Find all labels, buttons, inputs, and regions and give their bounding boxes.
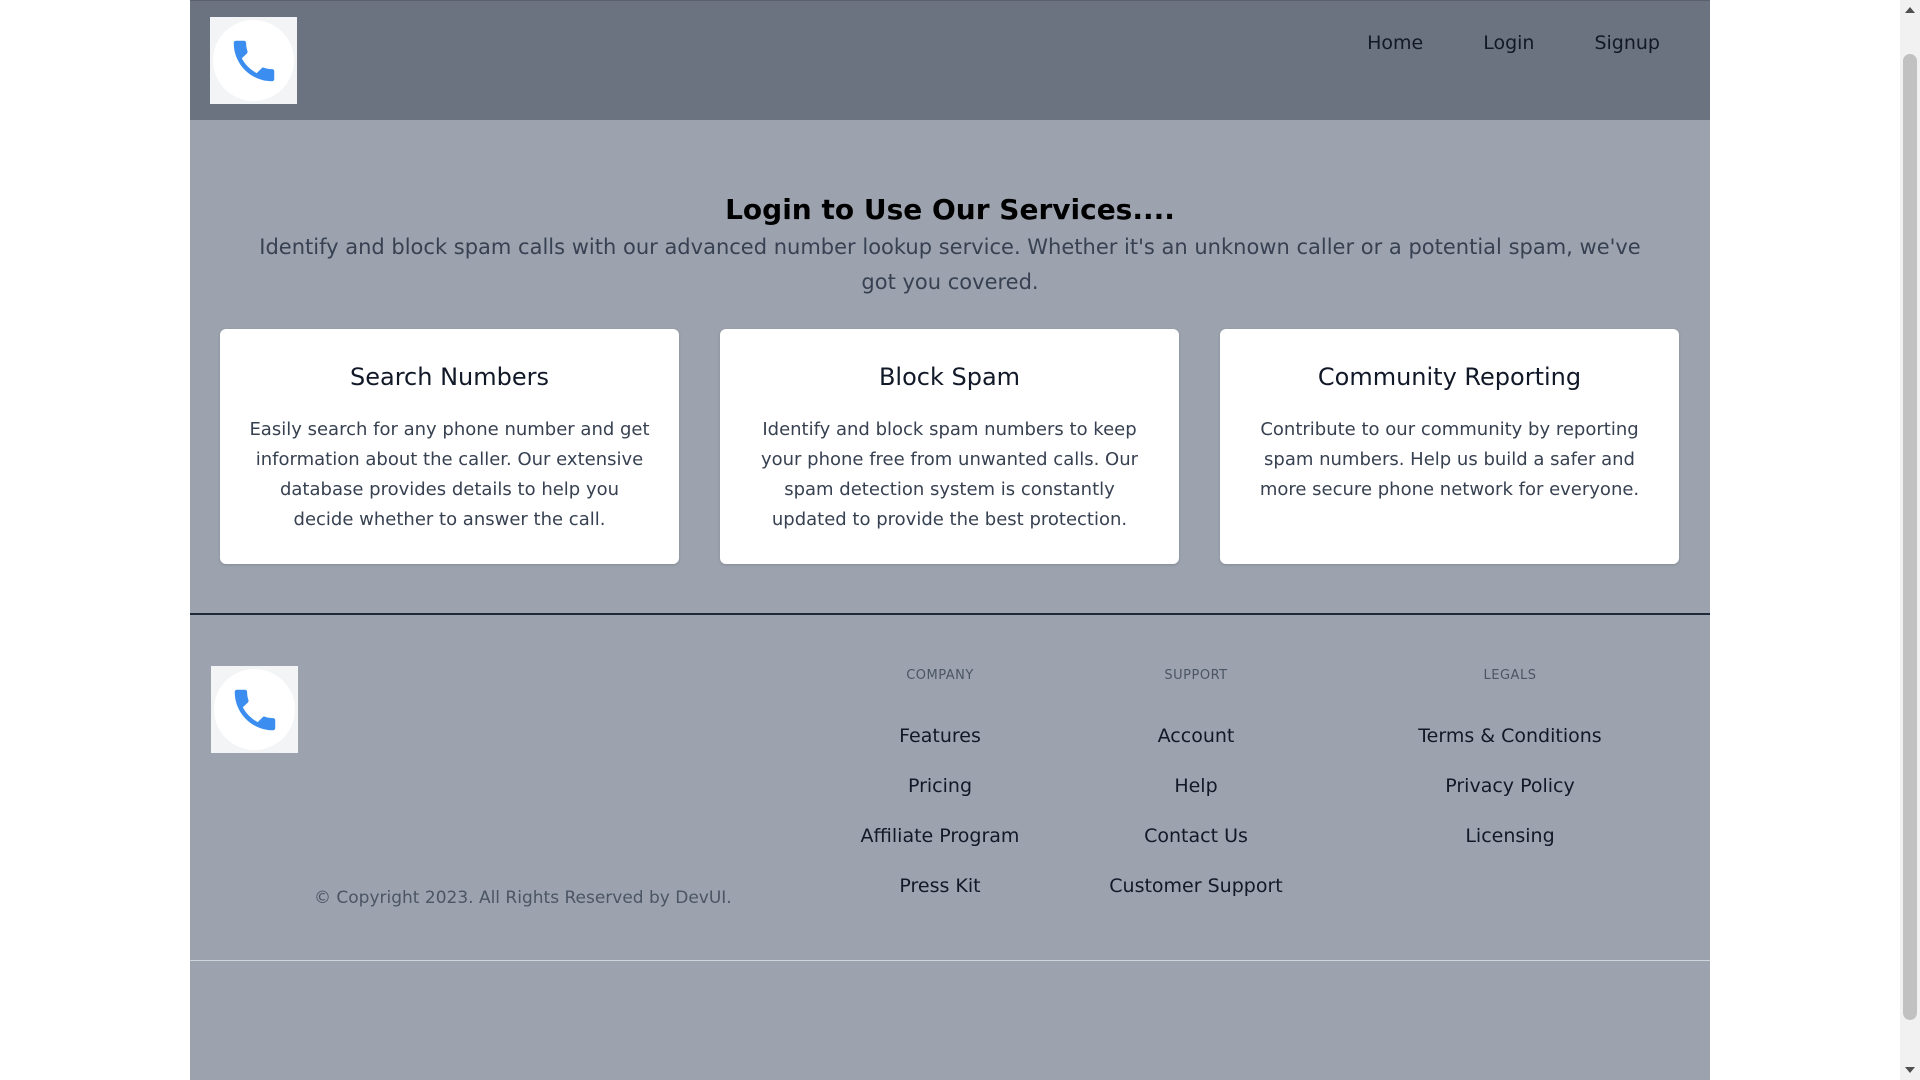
- footer-link-press-kit[interactable]: Press Kit: [850, 872, 1030, 900]
- footer-link-help[interactable]: Help: [1096, 772, 1296, 800]
- nav-home-link[interactable]: Home: [1367, 27, 1423, 59]
- hero-title: Login to Use Our Services....: [725, 193, 1175, 226]
- vertical-scrollbar[interactable]: [1900, 0, 1920, 1080]
- phone-icon: [233, 40, 274, 81]
- footer-divider: [190, 613, 1710, 615]
- nav-login-link[interactable]: Login: [1483, 27, 1534, 59]
- footer-logo[interactable]: [211, 666, 298, 753]
- nav-signup-link[interactable]: Signup: [1594, 27, 1660, 59]
- footer-link-terms-conditions[interactable]: Terms & Conditions: [1400, 722, 1620, 750]
- feature-card-search-numbers: Search Numbers Easily search for any pho…: [220, 329, 679, 564]
- card-title: Community Reporting: [1317, 363, 1582, 391]
- footer-column-title: SUPPORT: [1164, 668, 1228, 683]
- card-title: Block Spam: [878, 363, 1021, 391]
- footer-link-privacy-policy[interactable]: Privacy Policy: [1400, 772, 1620, 800]
- footer-link-contact-us[interactable]: Contact Us: [1096, 822, 1296, 850]
- feature-card-community-reporting: Community Reporting Contribute to our co…: [1220, 329, 1679, 564]
- copyright-text: © Copyright 2023. All Rights Reserved by…: [314, 888, 732, 908]
- header-logo[interactable]: [210, 17, 297, 104]
- site-header: Home Login Signup: [190, 0, 1710, 120]
- footer-link-account[interactable]: Account: [1096, 722, 1296, 750]
- footer-column-legals: LEGALS Terms & Conditions Privacy Policy…: [1400, 666, 1620, 872]
- card-description: Contribute to our community by reporting…: [1259, 419, 1640, 500]
- hero-description: Identify and block spam calls with our a…: [259, 235, 1641, 294]
- logo-circle: [213, 20, 294, 101]
- feature-card-block-spam: Block Spam Identify and block spam numbe…: [720, 329, 1179, 564]
- footer-bottom-divider: [190, 960, 1710, 961]
- footer-column-company: COMPANY Features Pricing Affiliate Progr…: [850, 666, 1030, 922]
- card-title: Search Numbers: [350, 363, 549, 391]
- footer-link-customer-support[interactable]: Customer Support: [1096, 872, 1296, 900]
- scroll-down-arrow-icon[interactable]: [1905, 1067, 1915, 1073]
- footer-column-title: LEGALS: [1483, 668, 1537, 683]
- scroll-up-arrow-icon[interactable]: [1905, 7, 1915, 13]
- scrollbar-thumb[interactable]: [1903, 54, 1917, 1020]
- card-description: Identify and block spam numbers to keep …: [760, 419, 1139, 530]
- phone-icon: [234, 689, 275, 730]
- footer-column-title: COMPANY: [906, 668, 974, 683]
- main-nav: Home Login Signup: [1367, 27, 1660, 59]
- footer-column-support: SUPPORT Account Help Contact Us Customer…: [1096, 666, 1296, 922]
- card-description: Easily search for any phone number and g…: [249, 419, 650, 530]
- footer-link-licensing[interactable]: Licensing: [1400, 822, 1620, 850]
- page: Home Login Signup Login to Use Our Servi…: [190, 0, 1710, 1080]
- footer-link-pricing[interactable]: Pricing: [850, 772, 1030, 800]
- footer-link-affiliate-program[interactable]: Affiliate Program: [850, 822, 1030, 850]
- logo-circle: [214, 669, 295, 750]
- footer-link-features[interactable]: Features: [850, 722, 1030, 750]
